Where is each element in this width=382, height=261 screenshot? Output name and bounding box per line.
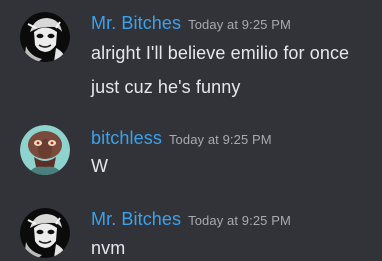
message-text: nvm <box>91 238 126 258</box>
message-text: W <box>91 156 109 176</box>
mask-portrait-icon <box>20 12 70 62</box>
squidward-portrait-icon <box>20 125 70 175</box>
message-header: bitchless Today at 9:25 PM <box>91 128 272 149</box>
message-text: just cuz he's funny <box>91 77 241 97</box>
username[interactable]: bitchless <box>91 128 162 148</box>
message-header: Mr. Bitches Today at 9:25 PM <box>91 209 291 230</box>
user-avatar[interactable] <box>20 208 70 258</box>
username[interactable]: Mr. Bitches <box>91 13 181 33</box>
message-header: Mr. Bitches Today at 9:25 PM <box>91 13 291 34</box>
message-text: alright I'll believe emilio for once <box>91 43 350 63</box>
mask-portrait-icon <box>20 208 70 258</box>
username[interactable]: Mr. Bitches <box>91 209 181 229</box>
timestamp: Today at 9:25 PM <box>168 132 272 147</box>
user-avatar[interactable] <box>20 125 70 175</box>
timestamp: Today at 9:25 PM <box>188 17 291 32</box>
timestamp: Today at 9:25 PM <box>188 213 291 228</box>
user-avatar[interactable] <box>20 12 70 62</box>
